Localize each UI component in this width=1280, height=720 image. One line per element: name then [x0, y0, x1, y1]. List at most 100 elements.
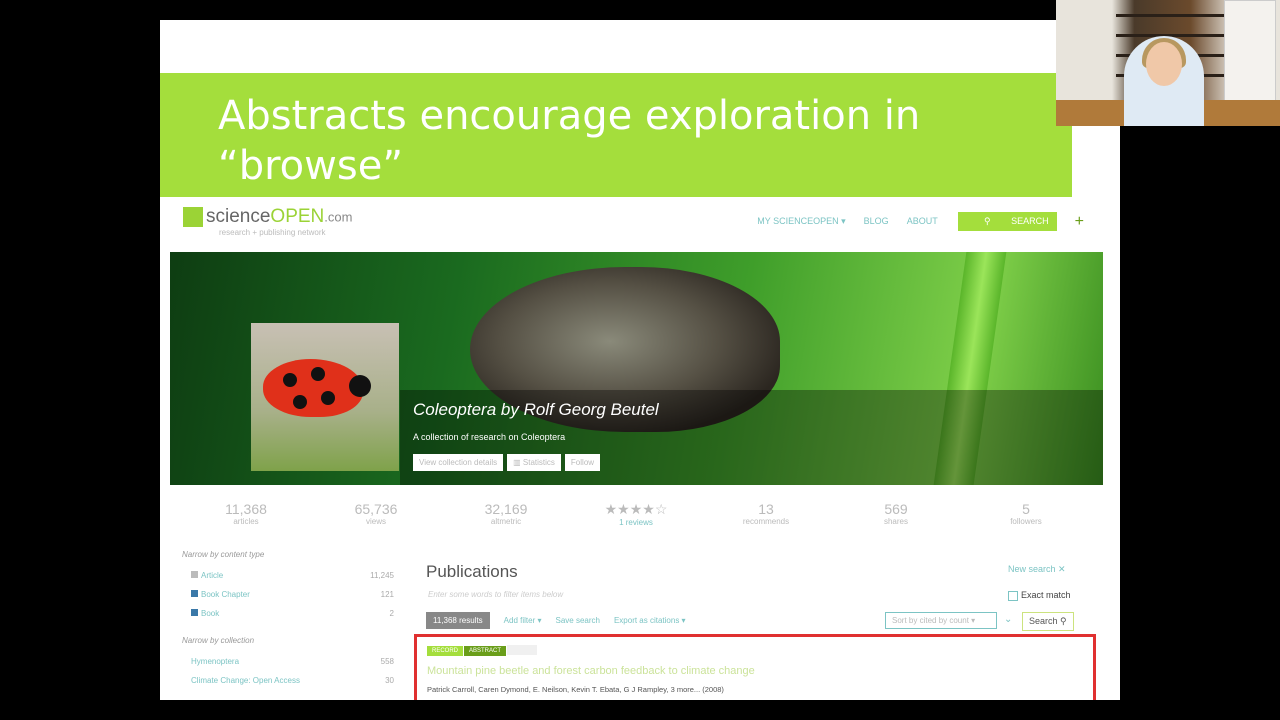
stat-recommends[interactable]: 13 recommends [706, 501, 826, 526]
collection-subtitle: A collection of research on Coleoptera [413, 432, 566, 442]
book-icon [191, 590, 198, 597]
collection-banner: Coleoptera by Rolf Georg Beutel A collec… [170, 252, 1103, 485]
stat-label: articles [233, 517, 259, 526]
view-collection-details-button[interactable]: View collection details [413, 454, 504, 471]
logo-tagline: research + publishing network [219, 228, 326, 237]
sort-select[interactable]: Sort by cited by count ▾ [885, 612, 997, 629]
filter-label: Article [201, 571, 224, 580]
add-filter-dropdown[interactable]: Add filter ▾ [504, 616, 542, 625]
stat-value: 5 [1022, 501, 1030, 517]
stat-label: altmetric [490, 517, 522, 526]
slide-title-band: Abstracts encourage exploration in “brow… [160, 73, 1072, 239]
stat-articles[interactable]: 11,368 articles [186, 501, 306, 526]
nav-search-label: SEARCH [1011, 216, 1049, 226]
filter-book-chapter[interactable]: Book Chapter 121 [182, 590, 394, 609]
ladybug-body [263, 359, 363, 417]
stat-reviews[interactable]: ★★★★☆ 1 reviews [576, 501, 696, 527]
nav-my-scienceopen[interactable]: MY SCIENCEOPEN ▾ [757, 216, 845, 226]
stat-label: shares [883, 517, 908, 526]
rating-stars-icon: ★★★★☆ [604, 501, 668, 517]
filter-book[interactable]: Book 2 [182, 609, 394, 628]
abstract-badge: ABSTRACT [464, 645, 507, 656]
nav-about[interactable]: ABOUT [907, 216, 938, 226]
filter-count: 558 [380, 657, 394, 666]
collection-buttons: View collection details ▥ Statistics Follo… [413, 452, 604, 471]
presenter-face [1146, 42, 1182, 86]
logo-science: science [206, 206, 271, 227]
result-authors: Patrick Carroll, Caren Dymond, E. Neilso… [427, 685, 724, 694]
results-toolbar: 11,368 results Add filter ▾ Save search Exp… [426, 612, 1086, 631]
logo-com: .com [324, 209, 353, 225]
bookshelf-shelf [1116, 34, 1236, 37]
ghost-badge [507, 645, 538, 655]
logo-square-icon [183, 207, 203, 227]
export-citations-dropdown[interactable]: Export as citations ▾ [614, 616, 686, 625]
bar-chart-icon: ▥ [513, 458, 523, 467]
slide-title-line-1: Abstracts encourage exploration in “brow… [218, 93, 921, 189]
stat-value: 32,169 [484, 501, 528, 517]
filter-label: Climate Change: Open Access [191, 676, 300, 685]
filter-label: Hymenoptera [191, 657, 240, 666]
content-type-heading: Narrow by content type [182, 550, 265, 559]
filter-label: Book [201, 609, 220, 618]
filter-climate-change[interactable]: Climate Change: Open Access 30 [182, 676, 394, 695]
scienceopen-logo[interactable]: scienceOPEN.com research + publishing ne… [183, 206, 353, 237]
filter-input[interactable]: Enter some words to filter items below [428, 590, 563, 599]
webcam-overlay [1056, 0, 1280, 126]
filter-count: 30 [385, 676, 394, 685]
filter-count: 2 [389, 609, 394, 618]
article-icon [191, 571, 198, 578]
record-badge: RECORD [427, 645, 464, 656]
filter-count: 121 [380, 590, 394, 599]
collection-heading: Narrow by collection [182, 636, 255, 645]
presentation-slide: Abstracts encourage exploration in “brow… [160, 20, 1120, 700]
scienceopen-screenshot: scienceOPEN.com research + publishing ne… [170, 198, 1103, 700]
ladybug-spot [321, 391, 335, 405]
nav-search-button[interactable]: ⚲ SEARCH [958, 212, 1057, 231]
stat-value: 11,368 [225, 501, 267, 517]
statistics-button[interactable]: ▥ Statistics [507, 454, 561, 471]
stat-value: 569 [884, 501, 908, 517]
exact-match-toggle[interactable]: Exact match [1008, 590, 1071, 601]
book-icon [191, 609, 198, 616]
stat-shares[interactable]: 569 shares [836, 501, 956, 526]
ladybug-thumbnail [251, 323, 399, 471]
filter-count: 11,245 [370, 571, 394, 580]
search-icon: ⚲ [984, 216, 994, 226]
ladybug-spot [283, 373, 297, 387]
filter-hymenoptera[interactable]: Hymenoptera 558 [182, 657, 394, 676]
filter-label: Book Chapter [201, 590, 250, 599]
top-nav: MY SCIENCEOPEN ▾ BLOG ABOUT ⚲ SEARCH + [739, 212, 1084, 231]
stat-followers[interactable]: 5 followers [966, 501, 1086, 526]
result-title-link[interactable]: Mountain pine beetle and forest carbon f… [427, 665, 755, 677]
filter-sidebar: Narrow by content type Article 11,245 Boo… [182, 550, 394, 695]
highlighted-result-item[interactable]: RECORD ABSTRACT Mountain pine beetle and … [414, 634, 1096, 700]
stat-views[interactable]: 65,736 views [316, 501, 436, 526]
follow-button[interactable]: Follow [564, 454, 601, 471]
stat-value: 13 [758, 501, 774, 517]
search-button[interactable]: Search ⚲ [1022, 612, 1074, 631]
chevron-down-icon[interactable]: ⌄ [1004, 614, 1012, 625]
bookshelf-shelf [1116, 14, 1236, 17]
logo-open: OPEN [270, 206, 325, 227]
publications-heading: Publications [426, 562, 518, 581]
new-search-link[interactable]: New search ✕ [1008, 564, 1066, 575]
stat-label: followers [1010, 517, 1042, 526]
nav-blog[interactable]: BLOG [864, 216, 889, 226]
collection-title: Coleoptera by Rolf Georg Beutel [413, 400, 659, 419]
stat-label: 1 reviews [619, 518, 653, 527]
stat-label: views [365, 517, 386, 526]
save-search-link[interactable]: Save search [555, 616, 599, 625]
results-count-badge: 11,368 results [426, 612, 490, 629]
checkbox-icon [1008, 590, 1018, 601]
webcam-door [1224, 0, 1276, 102]
exact-match-label: Exact match [1021, 590, 1071, 600]
ladybug-spot [311, 367, 325, 381]
stat-label: recommends [742, 517, 790, 526]
search-button-label: Search [1029, 616, 1058, 626]
filter-article[interactable]: Article 11,245 [182, 571, 394, 590]
stat-altmetric[interactable]: 32,169 altmetric [446, 501, 566, 526]
statistics-label: Statistics [522, 458, 555, 467]
ladybug-head [349, 375, 371, 397]
plus-icon[interactable]: + [1075, 213, 1084, 230]
